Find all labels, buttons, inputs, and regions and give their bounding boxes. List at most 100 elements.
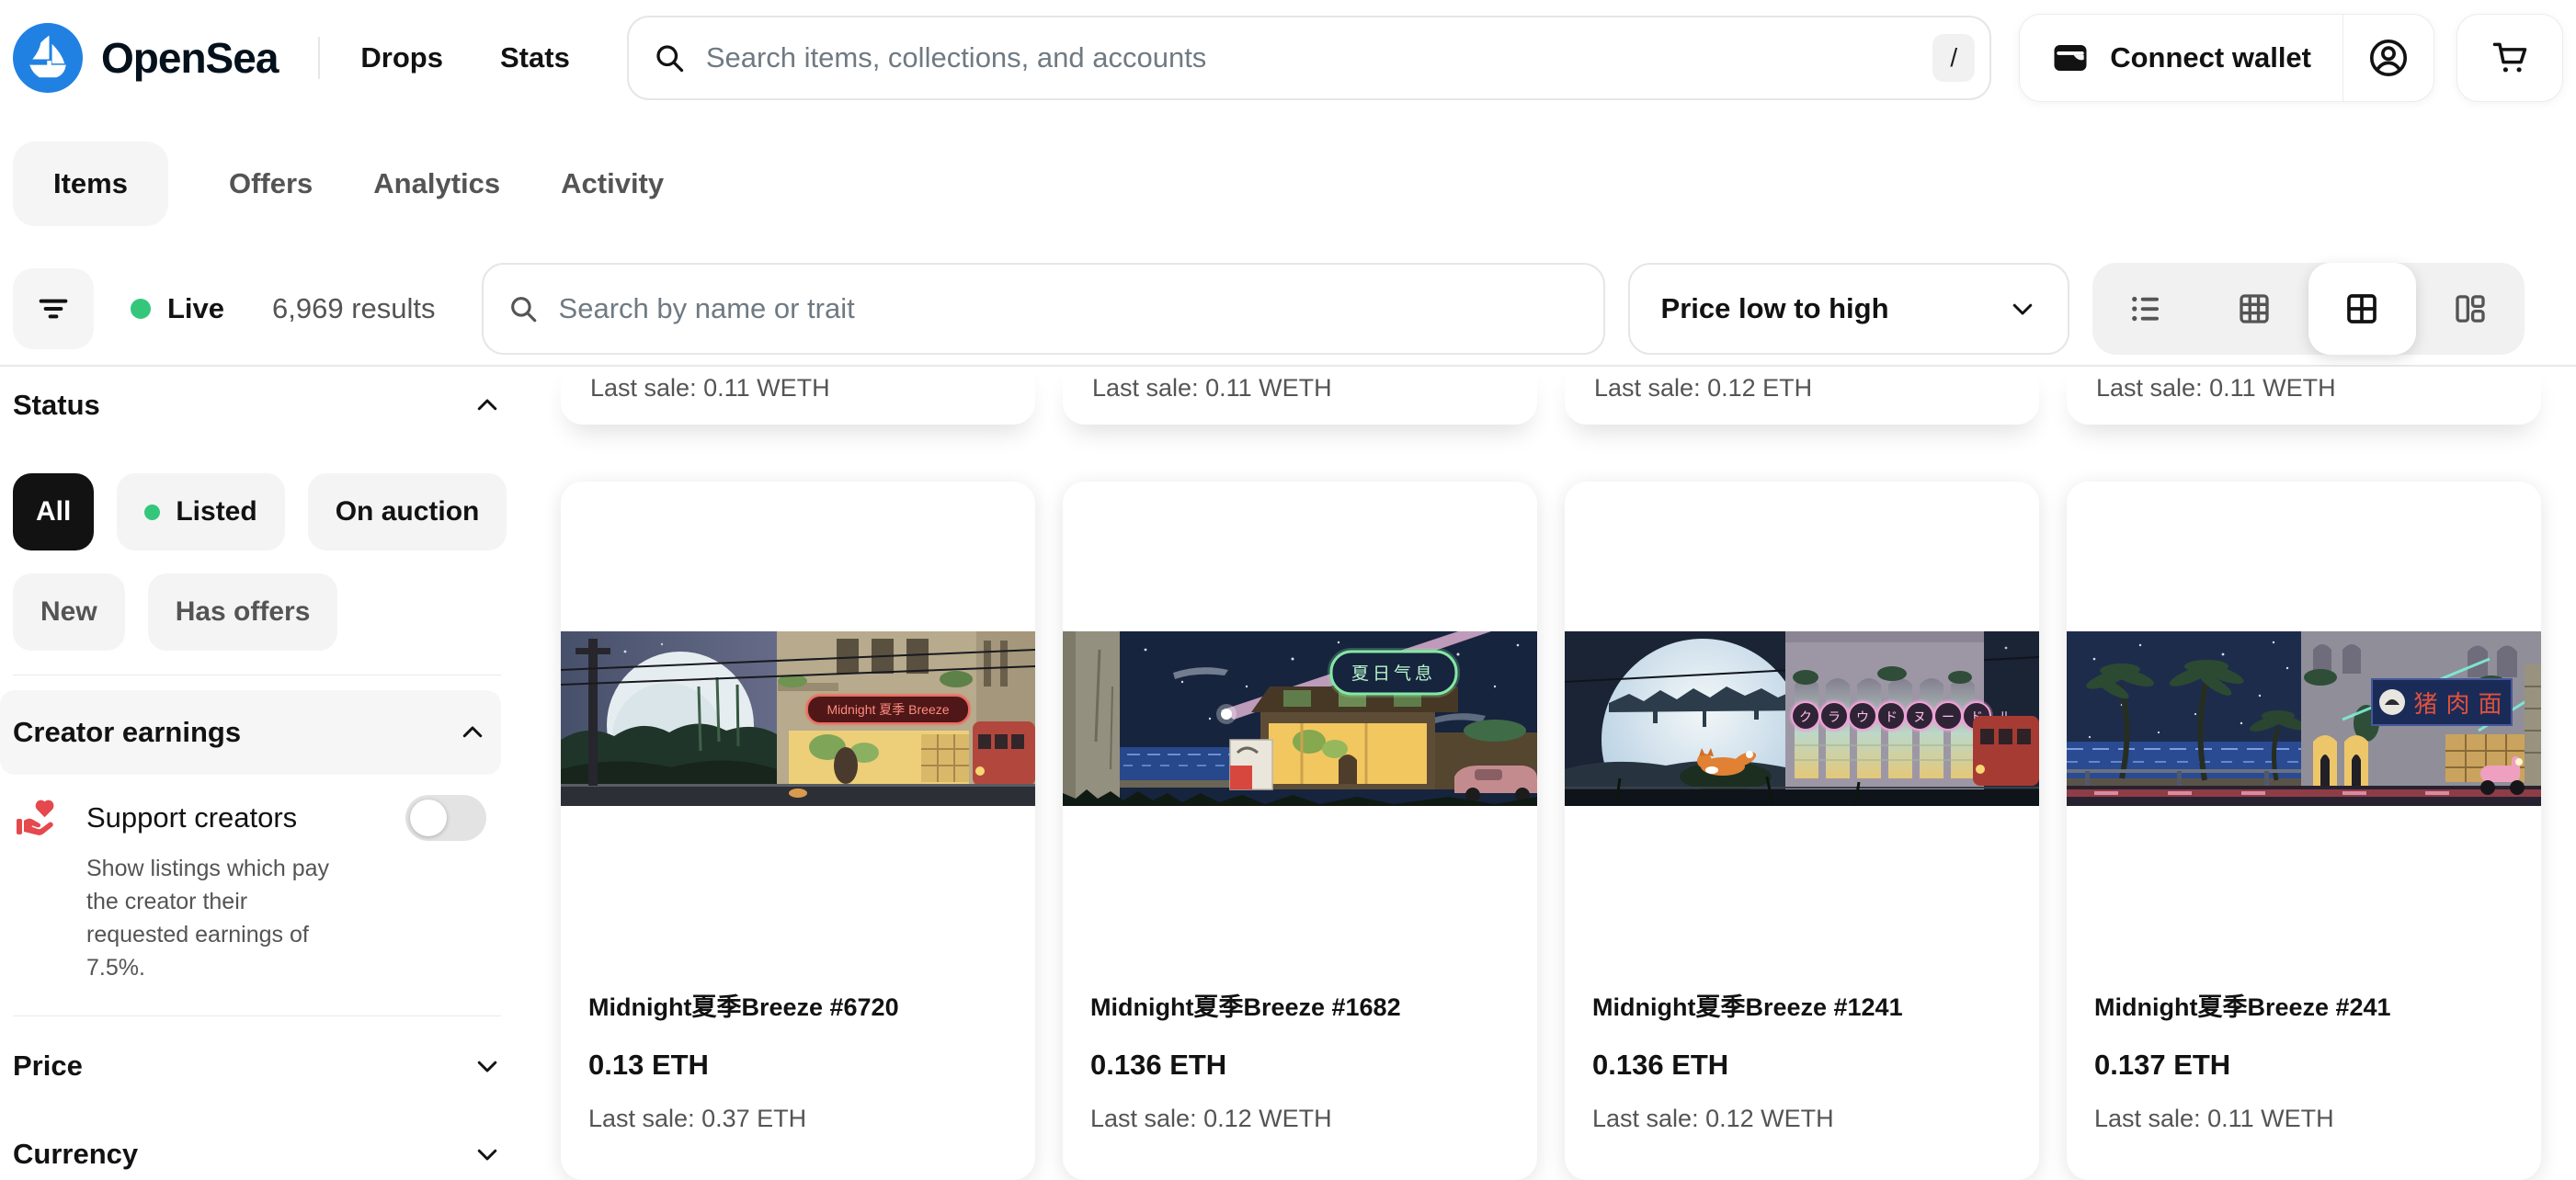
currency-title: Currency	[13, 1138, 138, 1171]
connect-wallet-label: Connect wallet	[2110, 41, 2311, 74]
card-row: Midnight 夏季 Breeze Midnight夏季Breeze #672…	[561, 482, 2541, 1180]
nft-card-partial[interactable]: Last sale: 0.11 WETH	[561, 367, 1035, 425]
nft-card-6720[interactable]: Midnight 夏季 Breeze Midnight夏季Breeze #672…	[561, 482, 1035, 1180]
sidebar-divider	[13, 1015, 501, 1016]
live-label: Live	[167, 292, 224, 325]
card-last-sale: Last sale: 0.11 WETH	[590, 374, 830, 402]
global-search[interactable]: /	[627, 16, 1991, 100]
listed-green-dot	[144, 505, 160, 520]
card-last-sale: Last sale: 0.12 ETH	[1594, 374, 1812, 402]
live-status-dot	[131, 299, 151, 319]
currency-section-header[interactable]: Currency	[13, 1138, 501, 1171]
nft-card-1682[interactable]: 夏日气息 Midnight夏季Breeze #1682 0.136	[1063, 482, 1537, 1180]
wallet-icon	[2051, 39, 2090, 77]
cart-button[interactable]	[2456, 14, 2563, 102]
profile-icon	[2367, 37, 2410, 79]
status-pill-on-auction[interactable]: On auction	[308, 473, 507, 550]
card-name: Midnight夏季Breeze #241	[2094, 987, 2513, 1023]
view-dense-grid-button[interactable]	[2200, 263, 2308, 355]
nft-image-area: 猪肉面	[2067, 482, 2541, 956]
main-area: Status All Listed On auction New Has off…	[0, 367, 2576, 1152]
nft-image-midnight-breeze-6720: Midnight 夏季 Breeze	[561, 631, 1035, 806]
search-shortcut-badge: /	[1932, 34, 1975, 82]
chevron-down-icon	[473, 1140, 501, 1168]
tab-items[interactable]: Items	[13, 142, 168, 226]
results-count: 6,969 results	[272, 292, 436, 325]
card-info: Midnight夏季Breeze #241 0.137 ETH Last sal…	[2067, 956, 2541, 1133]
support-creators-label: Support creators	[86, 801, 297, 834]
card-name: Midnight夏季Breeze #1682	[1090, 987, 1510, 1023]
chevron-down-icon	[473, 1052, 501, 1080]
chevron-up-icon	[459, 719, 486, 746]
brand-wordmark[interactable]: OpenSea	[101, 33, 278, 83]
profile-button[interactable]	[2343, 15, 2434, 101]
trait-search[interactable]	[482, 263, 1605, 355]
creator-earnings-description: Show listings which pay the creator thei…	[86, 852, 515, 984]
view-mode-group	[2092, 263, 2525, 355]
heart-hand-icon	[13, 795, 57, 841]
status-pill-row-1: All Listed On auction	[13, 473, 515, 550]
card-last-sale: Last sale: 0.11 WETH	[2094, 1105, 2513, 1133]
wallet-button-group: Connect wallet	[2019, 14, 2434, 102]
nft-image-area: 夏日气息	[1063, 482, 1537, 956]
card-price: 0.13 ETH	[588, 1049, 1008, 1082]
view-split-layout-button[interactable]	[2416, 263, 2525, 355]
nav-drops[interactable]: Drops	[360, 41, 443, 74]
toggle-knob	[410, 800, 447, 836]
tab-activity[interactable]: Activity	[561, 167, 664, 200]
card-name: Midnight夏季Breeze #1241	[1592, 987, 2012, 1023]
description-line: Show listings which pay	[86, 852, 515, 885]
creator-earnings-section-header[interactable]: Creator earnings	[0, 690, 501, 775]
nav-stats[interactable]: Stats	[500, 41, 570, 74]
price-section-header[interactable]: Price	[13, 1050, 501, 1083]
filters-sidebar: Status All Listed On auction New Has off…	[0, 367, 515, 1152]
card-info: Midnight夏季Breeze #1682 0.136 ETH Last sa…	[1063, 956, 1537, 1133]
trait-search-input[interactable]	[557, 291, 1579, 326]
status-pill-new[interactable]: New	[13, 573, 125, 651]
tab-analytics[interactable]: Analytics	[373, 167, 500, 200]
status-pill-listed[interactable]: Listed	[117, 473, 284, 550]
neon-sign-text: 猪肉面	[2413, 690, 2510, 718]
collection-tabs: Items Offers Analytics Activity	[0, 115, 2576, 253]
filter-bar: Live 6,969 results Price low to high	[0, 253, 2576, 365]
nft-card-241[interactable]: 猪肉面	[2067, 482, 2541, 1180]
nft-card-1241[interactable]: クラウドヌードル Midnight夏季Breeze #1241 0.136 ET…	[1565, 482, 2039, 1180]
tab-offers[interactable]: Offers	[229, 167, 313, 200]
card-info: Midnight夏季Breeze #6720 0.13 ETH Last sal…	[561, 956, 1035, 1133]
connect-wallet-button[interactable]: Connect wallet	[2020, 15, 2342, 101]
card-info: Midnight夏季Breeze #1241 0.136 ETH Last sa…	[1565, 956, 2039, 1133]
items-grid: Last sale: 0.11 WETH Last sale: 0.11 WET…	[515, 367, 2576, 1152]
support-creators-toggle[interactable]	[405, 795, 486, 841]
status-pill-listed-label: Listed	[176, 496, 256, 528]
filters-toggle-button[interactable]	[13, 268, 94, 349]
status-pill-all[interactable]: All	[13, 473, 94, 550]
status-section-header[interactable]: Status	[13, 389, 501, 422]
nft-image-area: Midnight 夏季 Breeze	[561, 482, 1035, 956]
card-price: 0.136 ETH	[1592, 1049, 2012, 1082]
support-creators-row: Support creators	[13, 795, 501, 841]
chevron-up-icon	[473, 391, 501, 419]
description-line: the creator their	[86, 885, 515, 918]
description-line: 7.5%.	[86, 951, 515, 984]
price-title: Price	[13, 1050, 83, 1083]
opensea-logo-icon[interactable]	[13, 23, 83, 93]
status-pill-has-offers[interactable]: Has offers	[148, 573, 338, 651]
sort-dropdown[interactable]: Price low to high	[1628, 263, 2069, 355]
view-grid-2x2-button[interactable]	[2308, 263, 2417, 355]
card-price: 0.136 ETH	[1090, 1049, 1510, 1082]
nft-card-partial[interactable]: Last sale: 0.11 WETH	[1063, 367, 1537, 425]
top-bar: OpenSea Drops Stats / Connect wallet	[0, 0, 2576, 115]
neon-sign-text: 夏日气息	[1351, 664, 1436, 684]
filter-icon	[35, 290, 72, 327]
status-pill-row-2: New Has offers	[13, 573, 515, 651]
nft-image-area: クラウドヌードル	[1565, 482, 2039, 956]
global-search-input[interactable]	[704, 40, 1932, 75]
nft-image-midnight-breeze-241: 猪肉面	[2067, 631, 2541, 806]
list-view-icon	[2126, 289, 2165, 328]
card-name: Midnight夏季Breeze #6720	[588, 987, 1008, 1023]
nft-card-partial[interactable]: Last sale: 0.12 ETH	[1565, 367, 2039, 425]
nft-image-midnight-breeze-1241: クラウドヌードル	[1565, 631, 2039, 806]
view-list-button[interactable]	[2092, 263, 2201, 355]
nft-card-partial[interactable]: Last sale: 0.11 WETH	[2067, 367, 2541, 425]
dense-grid-view-icon	[2235, 289, 2274, 328]
